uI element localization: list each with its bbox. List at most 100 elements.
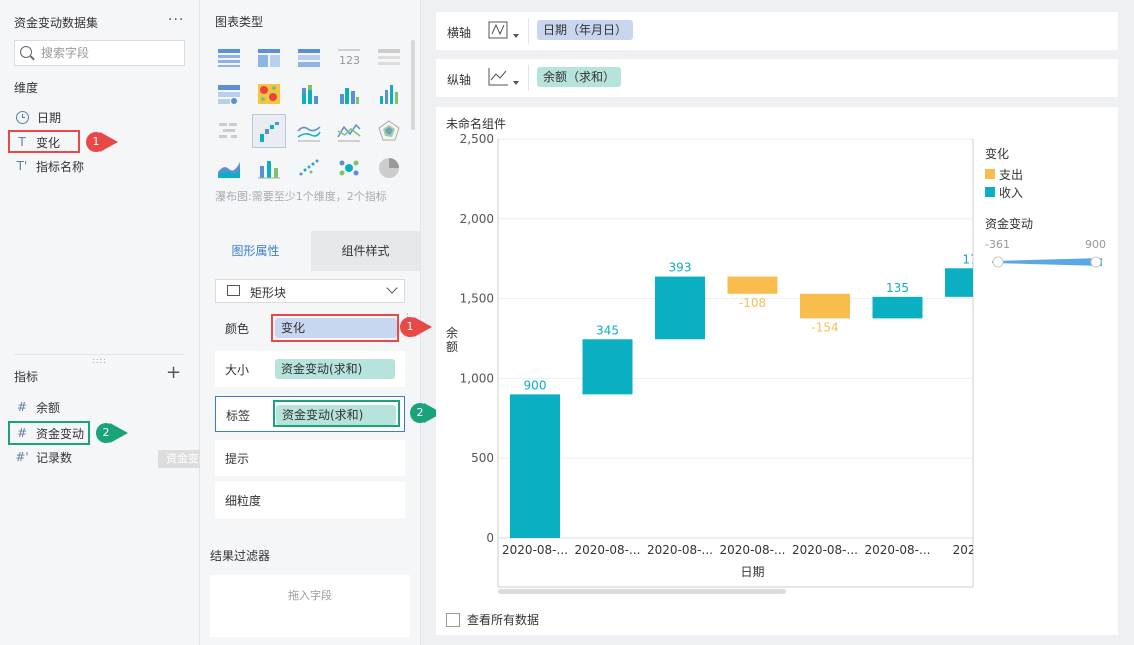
data-label: 17 [962, 252, 977, 266]
search-input[interactable] [41, 44, 181, 62]
axis-type-icon[interactable] [488, 20, 524, 42]
axis-type-icon[interactable] [488, 67, 524, 89]
number-field-icon: #' [15, 450, 29, 464]
data-label: -154 [811, 320, 838, 334]
radar-chart-icon[interactable] [372, 114, 406, 148]
text-field-icon: T' [16, 159, 28, 173]
gantt-chart-icon[interactable] [212, 114, 246, 148]
step-marker-1: 1 [400, 317, 434, 337]
data-label: -108 [739, 296, 766, 310]
more-icon[interactable]: ··· [168, 12, 184, 28]
legend-item-expense[interactable]: 支出 [985, 166, 1023, 182]
config-panel: 图表类型 123 瀑布图:需要至少1个维度，2个指标 图形属性 组件样式 矩形块 [200, 0, 421, 645]
measures-label: 指标 [14, 370, 39, 384]
chevron-down-icon [386, 282, 398, 294]
dimensions-label: 维度 [14, 81, 39, 95]
y-axis-label: 纵轴 [447, 73, 472, 87]
attr-label: 大小 [225, 363, 250, 377]
data-label: 393 [669, 261, 692, 275]
dot-table-icon[interactable] [212, 77, 246, 111]
chart-types-title: 图表类型 [215, 15, 264, 29]
checkbox[interactable] [446, 612, 460, 627]
detail-table-icon[interactable] [372, 40, 406, 74]
x-tick-label: 2020-08-... [502, 543, 568, 557]
highlight-box [8, 130, 80, 153]
measure-balance[interactable]: # 余额 [14, 397, 60, 417]
dimension-date[interactable]: 日期 [14, 107, 61, 127]
chart-horizontal-scrollbar[interactable] [498, 589, 786, 594]
size-handle-min [992, 256, 1004, 268]
y-tick-label: 1,500 [460, 292, 494, 306]
y-tick-label: 0 [486, 531, 494, 545]
attr-tooltip[interactable]: 提示 [215, 440, 405, 476]
y-axis-field-pill[interactable]: 余额（求和） [537, 67, 622, 87]
chart-component: 未命名组件 0 500 1,000 1,500 2,000 2,500 余额 900 2020-… [436, 107, 1118, 635]
bar-chart-icon[interactable] [372, 77, 406, 111]
x-tick-label: 2020-08-... [647, 543, 713, 557]
attr-label-text: 标签 [226, 409, 251, 423]
legend-item-income[interactable]: 收入 [985, 184, 1023, 200]
chart-type-scrollbar[interactable] [411, 40, 415, 130]
result-filter-title: 结果过滤器 [210, 549, 271, 563]
add-icon[interactable]: + [166, 364, 181, 382]
attr-granularity[interactable]: 细粒度 [215, 482, 405, 518]
grouped-table-icon[interactable] [252, 40, 286, 74]
shape-select[interactable]: 矩形块 [215, 279, 405, 303]
tab-component-style[interactable]: 组件样式 [311, 231, 420, 271]
filter-drop-zone[interactable]: 拖入字段 [210, 575, 410, 637]
waterfall-bar [800, 293, 850, 319]
size-field-pill[interactable]: 资金变动(求和) [275, 359, 395, 379]
attr-size[interactable]: 大小 资金变动(求和) [215, 351, 405, 387]
dimension-label: 日期 [37, 110, 62, 125]
dataset-title: 资金变动数据集 [14, 16, 99, 30]
cross-table-icon[interactable] [292, 40, 326, 74]
y-axis-title: 余 [446, 325, 458, 340]
show-all-data-toggle[interactable]: 查看所有数据 [446, 611, 539, 628]
field-search[interactable] [14, 40, 185, 66]
dimension-metric-name[interactable]: T' 指标名称 [14, 156, 84, 176]
measure-label: 记录数 [36, 450, 73, 465]
y-tick-label: 500 [471, 451, 494, 465]
x-tick-label: 2020-08-... [792, 543, 858, 557]
waterfall-bar [510, 394, 560, 538]
drop-hint: 拖入字段 [288, 589, 332, 602]
legend-swatch [985, 187, 995, 197]
size-legend-bar[interactable] [992, 255, 1102, 269]
x-axis-field-pill[interactable]: 日期（年月日） [537, 20, 634, 40]
pie-chart-icon[interactable] [372, 151, 406, 185]
range-bar-icon[interactable] [252, 151, 286, 185]
x-axis-title: 日期 [740, 565, 764, 579]
dataset-panel: 资金变动数据集 ··· 维度 日期 T 变化 T' 指标名称 1 :::: 指标… [0, 0, 200, 645]
size-legend-title: 资金变动 [985, 217, 1034, 231]
area-chart-icon[interactable] [212, 151, 246, 185]
stacked-bar-icon[interactable] [292, 77, 326, 111]
heatmap-icon[interactable] [252, 77, 286, 111]
kpi-number-icon[interactable]: 123 [332, 40, 366, 74]
waterfall-bar [872, 296, 923, 319]
step-marker-2: 2 [96, 423, 130, 443]
polyline-chart-icon[interactable] [332, 114, 366, 148]
waterfall-bar [582, 339, 633, 395]
x-tick-label: 2020-08-... [865, 543, 931, 557]
attr-label: 颜色 [225, 322, 250, 336]
panel-splitter[interactable] [14, 354, 185, 355]
chart-type-hint: 瀑布图:需要至少1个维度，2个指标 [215, 190, 387, 203]
bubble-chart-icon[interactable] [332, 151, 366, 185]
x-axis-label: 横轴 [447, 26, 472, 40]
highlight-box [8, 421, 90, 445]
search-icon [20, 46, 32, 58]
legend-label: 收入 [999, 185, 1024, 200]
waterfall-chart-icon[interactable] [252, 114, 286, 148]
size-legend-max: 900 [1085, 238, 1106, 251]
table-chart-icon[interactable] [212, 40, 246, 74]
measure-label: 余额 [36, 400, 61, 415]
attr-label: 细粒度 [225, 494, 262, 508]
grouped-bar-icon[interactable] [332, 77, 366, 111]
y-axis-shelf: 纵轴 余额（求和） [436, 59, 1118, 97]
measure-record-count[interactable]: #' 记录数 [14, 447, 72, 467]
tab-graph-properties[interactable]: 图形属性 [200, 231, 311, 271]
clock-icon [16, 110, 29, 124]
scatter-chart-icon[interactable] [292, 151, 326, 185]
line-chart-icon[interactable] [292, 114, 326, 148]
drag-grip-icon[interactable]: :::: [92, 356, 107, 365]
